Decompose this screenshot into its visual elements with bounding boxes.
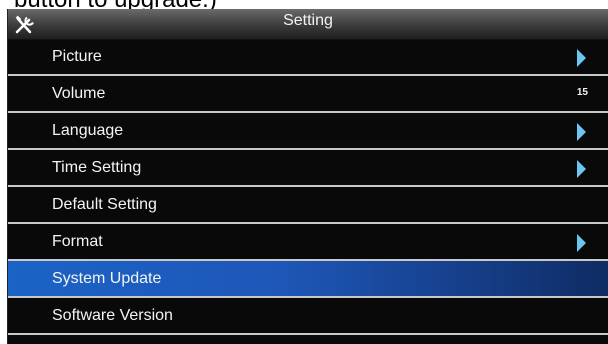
menu-item-label: Picture [52,48,102,65]
menu-item-system-update[interactable]: System Update [8,261,608,298]
menu-item-label: System Update [52,270,162,287]
page-title: Setting [283,12,333,29]
menu-item-time-setting[interactable]: Time Setting [8,150,608,187]
volume-value: 15 [576,87,588,98]
menu-item-software-version[interactable]: Software Version [8,298,608,335]
title-bar: Setting [8,9,608,40]
chevron-right-icon [577,49,586,67]
chevron-right-icon [577,234,586,252]
menu-item-label: Volume [52,85,106,102]
chevron-right-icon [577,123,586,141]
menu-item-picture[interactable]: Picture [8,39,608,76]
menu-item-format[interactable]: Format [8,224,608,261]
settings-menu: Picture Volume 15 Language Time Setting … [8,39,608,335]
menu-item-label: Software Version [52,307,173,324]
menu-item-volume[interactable]: Volume 15 [8,76,608,113]
menu-item-default-setting[interactable]: Default Setting [8,187,608,224]
chevron-right-icon [577,160,586,178]
menu-item-label: Time Setting [52,159,142,176]
menu-item-label: Default Setting [52,196,157,213]
menu-item-label: Language [52,122,124,139]
menu-item-language[interactable]: Language [8,113,608,150]
settings-panel: Setting Picture Volume 15 Language Time … [7,9,608,344]
menu-item-label: Format [52,233,103,250]
